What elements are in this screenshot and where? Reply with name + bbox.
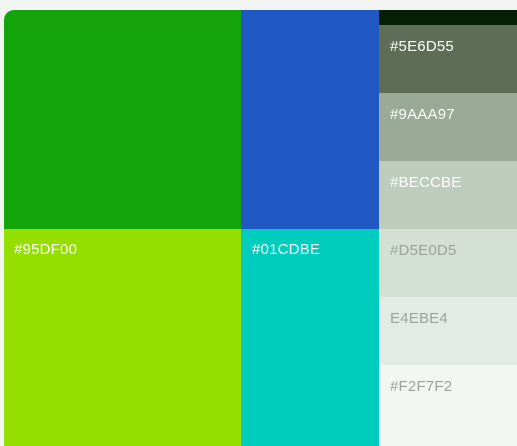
swatch-shade-4[interactable]: #D5E0D5 — [379, 229, 517, 297]
swatch-shade-1[interactable]: #5E6D55 — [379, 25, 517, 93]
swatch-shade-4-label: #D5E0D5 — [390, 242, 457, 259]
color-palette: #95DF00 #01CDBE #5E6D55 #9AAA97 #BECCBE … — [4, 10, 517, 446]
swatch-shade-3[interactable]: #BECCBE — [379, 161, 517, 229]
swatch-lime[interactable]: #95DF00 — [4, 229, 241, 446]
swatch-shade-6[interactable]: #F2F7F2 — [379, 365, 517, 446]
swatch-green[interactable] — [4, 10, 241, 229]
swatch-dark-green[interactable] — [379, 10, 517, 25]
swatch-shade-6-label: #F2F7F2 — [390, 378, 453, 395]
swatch-cyan-label: #01CDBE — [252, 241, 321, 258]
swatch-cyan[interactable]: #01CDBE — [241, 229, 379, 446]
swatch-shade-2[interactable]: #9AAA97 — [379, 93, 517, 161]
swatch-shade-1-label: #5E6D55 — [390, 38, 454, 55]
swatch-lime-label: #95DF00 — [14, 241, 78, 258]
swatch-shade-5-label: E4EBE4 — [390, 310, 448, 327]
swatch-blue[interactable] — [241, 10, 379, 229]
swatch-shade-2-label: #9AAA97 — [390, 106, 455, 123]
swatch-shade-3-label: #BECCBE — [390, 174, 462, 191]
swatch-shade-5[interactable]: E4EBE4 — [379, 297, 517, 365]
